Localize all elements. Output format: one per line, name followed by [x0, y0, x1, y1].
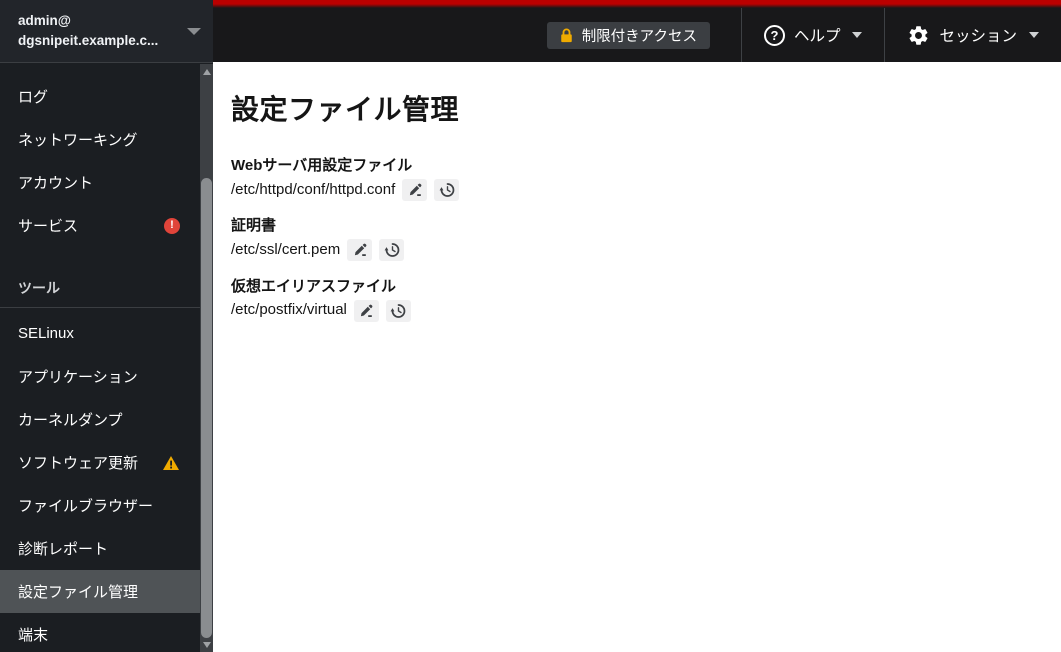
sidebar-scrollbar[interactable] [200, 64, 213, 652]
main-content: 設定ファイル管理 Webサーバ用設定ファイル /etc/httpd/conf/h… [213, 62, 1061, 652]
history-button[interactable] [379, 239, 405, 262]
sidebar-item-software-updates[interactable]: ソフトウェア更新 [0, 441, 200, 484]
sidebar-item-config-file-management[interactable]: 設定ファイル管理 [0, 570, 200, 613]
config-file-group: 証明書 /etc/ssl/cert.pem [231, 215, 1043, 262]
pencil-icon [409, 183, 422, 196]
sidebar-item-label: アカウント [18, 175, 94, 192]
gear-icon [910, 25, 928, 45]
sidebar-nav: ログ ネットワーキング アカウント サービス ! ツール SELinux アプリ… [0, 63, 200, 652]
sidebar-section-tools: ツール [0, 269, 200, 307]
warning-badge-icon [162, 455, 180, 471]
history-icon [390, 303, 406, 318]
sidebar-item-label: 端末 [18, 627, 49, 644]
sidebar-item-label: SELinux [18, 325, 74, 342]
sidebar-item-networking[interactable]: ネットワーキング [0, 118, 200, 161]
history-icon [439, 183, 455, 197]
error-badge-icon: ! [164, 217, 180, 234]
user-identity: admin@ dgsnipeit.example.c... [18, 11, 187, 52]
sidebar-item-logs[interactable]: ログ [0, 75, 200, 118]
triangle-up-icon [202, 68, 211, 75]
config-file-row: /etc/httpd/conf/httpd.conf [231, 179, 1043, 202]
user-name: admin@ [18, 12, 71, 28]
page-title: 設定ファイル管理 [231, 94, 460, 125]
sidebar-item-terminal[interactable]: 端末 [0, 613, 200, 652]
config-file-path: /etc/httpd/conf/httpd.conf [231, 180, 396, 198]
lock-icon [560, 28, 572, 42]
sidebar-item-label: 診断レポート [18, 541, 109, 558]
sidebar-section-label: ツール [18, 280, 60, 296]
sidebar-item-applications[interactable]: アプリケーション [0, 355, 200, 398]
sidebar-item-label: ログ [18, 89, 49, 106]
sidebar-item-label: カーネルダンプ [18, 412, 123, 429]
chevron-down-icon [852, 32, 863, 38]
config-file-group: 仮想エイリアスファイル /etc/postfix/virtual [231, 276, 1043, 322]
triangle-down-icon [202, 641, 211, 648]
sidebar-item-file-browser[interactable]: ファイルブラウザー [0, 484, 200, 527]
app-window: admin@ dgsnipeit.example.c... ログ ネットワーキン… [0, 0, 1061, 652]
chevron-down-icon [187, 27, 201, 35]
restricted-access-label: 制限付きアクセス [581, 28, 697, 45]
session-label: セッション [939, 28, 1017, 45]
edit-file-button[interactable] [402, 179, 428, 201]
config-file-path: /etc/postfix/virtual [231, 301, 347, 319]
scroll-down-button[interactable] [200, 637, 213, 652]
config-file-row: /etc/postfix/virtual [231, 299, 1043, 322]
help-menu[interactable]: ? ヘルプ [742, 8, 885, 62]
help-label: ヘルプ [793, 28, 841, 45]
scrollbar-thumb[interactable] [201, 178, 212, 638]
edit-file-button[interactable] [347, 239, 373, 262]
sidebar-item-label: サービス [18, 218, 79, 235]
history-button[interactable] [385, 299, 411, 322]
config-file-label: 証明書 [231, 217, 277, 235]
sidebar-item-services[interactable]: サービス ! [0, 204, 200, 247]
config-file-label: 仮想エイリアスファイル [231, 277, 397, 295]
masthead: 制限付きアクセス ? ヘルプ セッション [213, 0, 1061, 62]
pencil-icon [354, 243, 367, 257]
sidebar-item-label: 設定ファイル管理 [18, 584, 139, 601]
history-icon [384, 243, 400, 258]
sidebar-item-accounts[interactable]: アカウント [0, 161, 200, 204]
sidebar: admin@ dgsnipeit.example.c... ログ ネットワーキン… [0, 0, 213, 652]
user-host: dgsnipeit.example.c... [18, 33, 159, 48]
sidebar-item-kernel-dump[interactable]: カーネルダンプ [0, 398, 200, 441]
user-menu[interactable]: admin@ dgsnipeit.example.c... [0, 0, 213, 63]
question-icon: ? [763, 24, 785, 46]
chevron-down-icon [1029, 32, 1039, 38]
scroll-up-button[interactable] [200, 64, 213, 79]
sidebar-divider [0, 307, 200, 308]
config-file-label: Webサーバ用設定ファイル [231, 157, 413, 174]
masthead-red-stripe [213, 0, 1061, 8]
restricted-access-button[interactable]: 制限付きアクセス [546, 21, 710, 49]
sidebar-item-label: アプリケーション [18, 369, 138, 386]
sidebar-item-label: ネットワーキング [18, 132, 138, 149]
history-button[interactable] [434, 179, 460, 201]
sidebar-item-label: ファイルブラウザー [18, 498, 154, 515]
sidebar-item-label: ソフトウェア更新 [18, 455, 139, 472]
edit-file-button[interactable] [353, 299, 379, 322]
sidebar-item-diagnostic-reports[interactable]: 診断レポート [0, 527, 200, 570]
config-file-group: Webサーバ用設定ファイル /etc/httpd/conf/httpd.conf [231, 155, 1043, 201]
pencil-icon [361, 304, 373, 317]
sidebar-item-selinux[interactable]: SELinux [0, 312, 200, 355]
session-menu[interactable]: セッション [885, 8, 1061, 62]
config-file-path: /etc/ssl/cert.pem [231, 241, 341, 258]
config-file-row: /etc/ssl/cert.pem [231, 239, 1043, 262]
masthead-actions: 制限付きアクセス ? ヘルプ セッション [213, 8, 1061, 62]
